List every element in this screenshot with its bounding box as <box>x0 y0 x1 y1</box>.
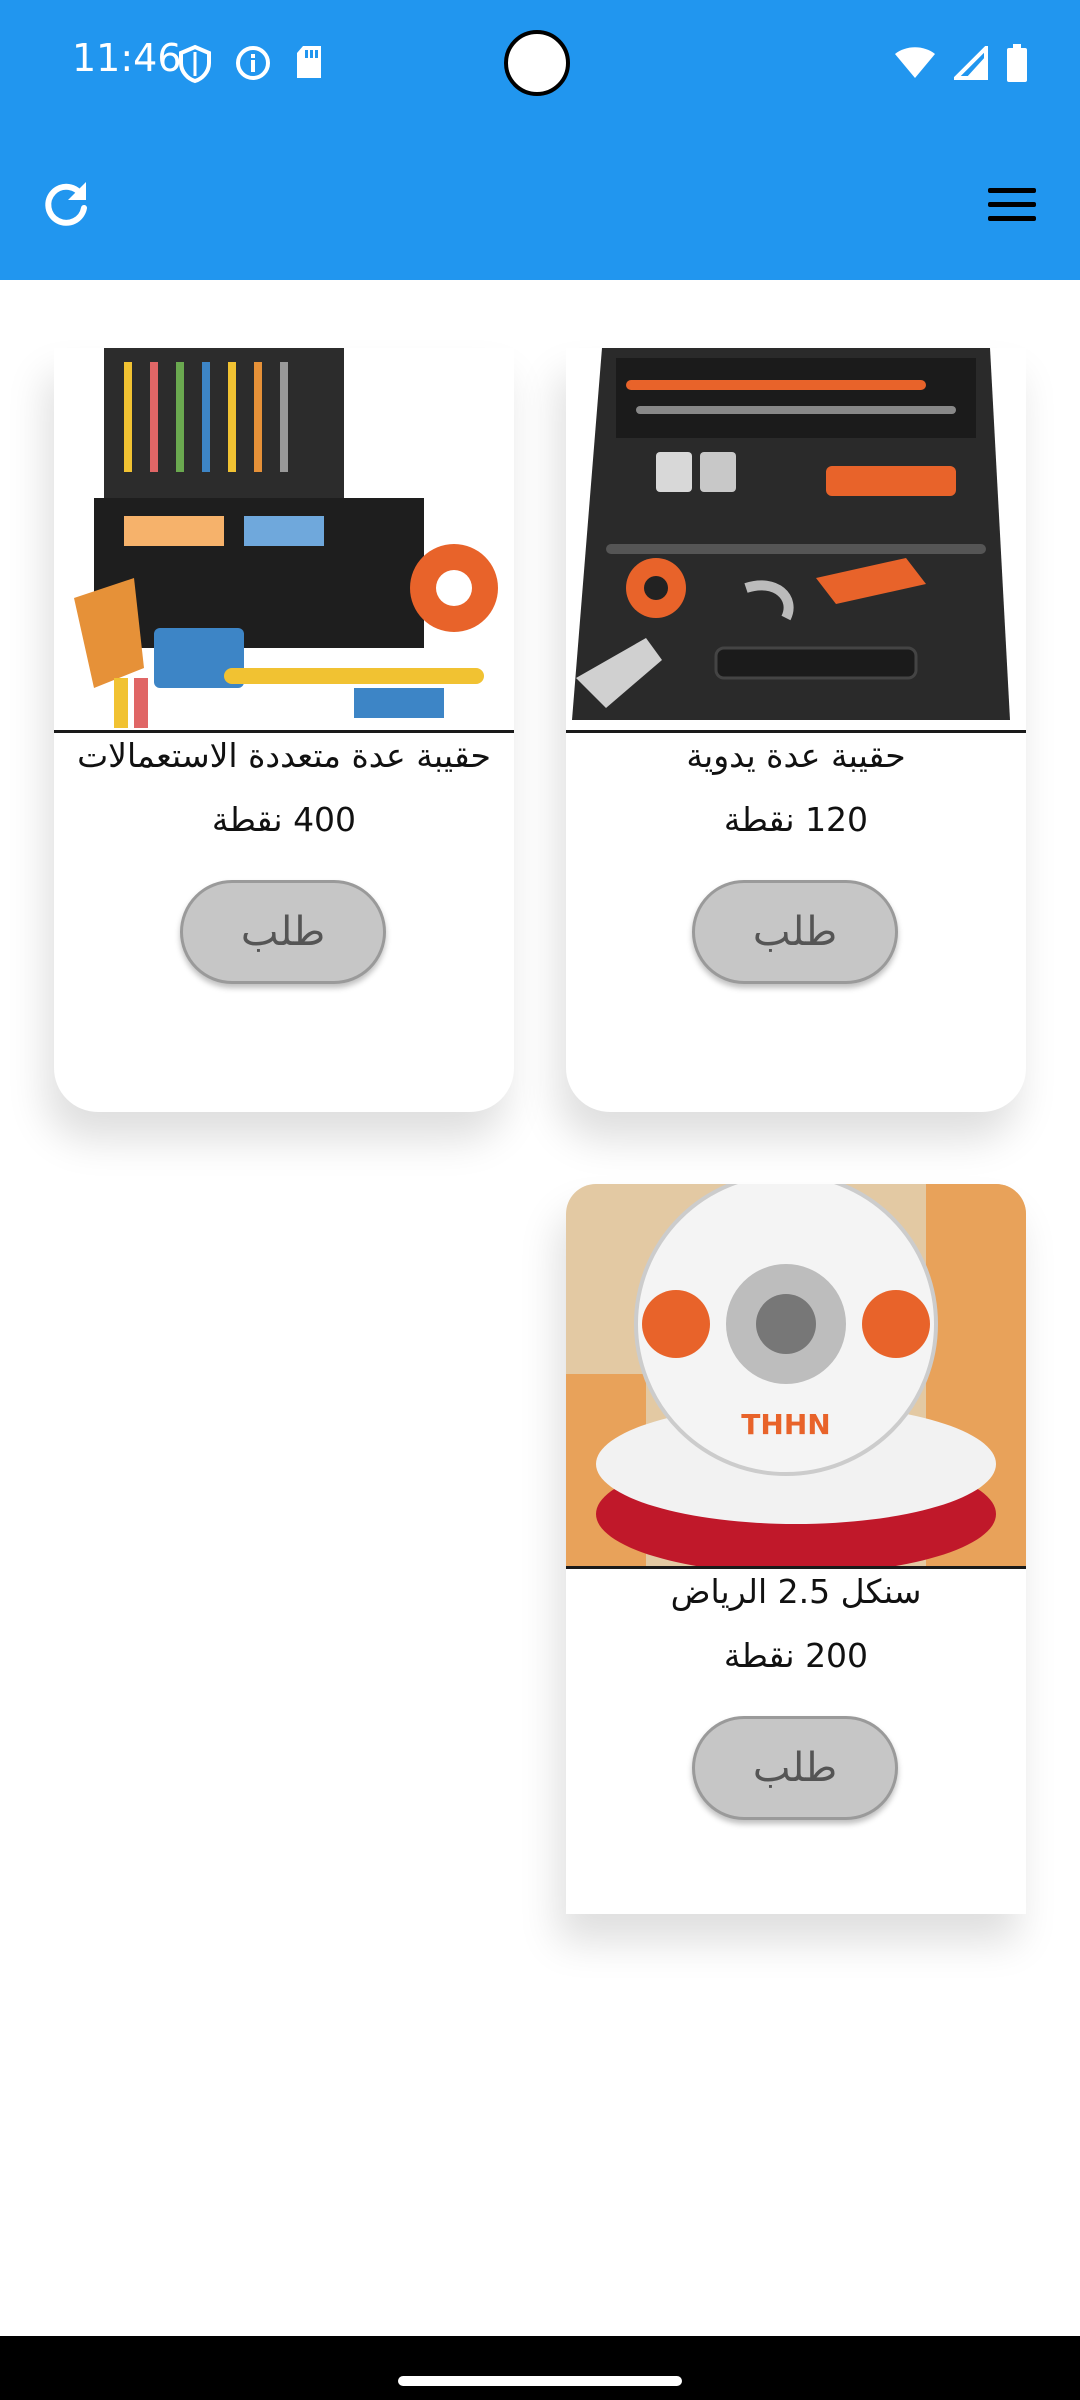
product-card-multi-purpose-tool-case: حقيبة عدة متعددة الاستعمالات 400 نقطة طل… <box>54 348 514 1112</box>
product-card-thhn-wire-spool: THHN سنكل 2.5 الرياض 200 نقطة طلب <box>566 1184 1026 1914</box>
svg-text:THHN: THHN <box>741 1408 830 1441</box>
status-icons-right <box>894 44 1028 82</box>
hamburger-menu-icon[interactable] <box>984 180 1040 230</box>
product-price: 200 نقطة <box>723 1636 869 1675</box>
info-icon <box>236 46 270 80</box>
product-name: سنكل 2.5 الرياض <box>670 1572 922 1611</box>
product-image-thhn-wire-spool: THHN <box>566 1184 1026 1569</box>
shield-icon <box>179 44 211 84</box>
product-price: 400 نقطة <box>211 800 357 839</box>
product-name: حقيبة عدة يدوية <box>686 736 906 775</box>
order-button[interactable]: طلب <box>180 880 386 984</box>
product-card-hand-tool-case: حقيبة عدة يدوية 120 نقطة طلب <box>566 348 1026 1112</box>
product-price: 120 نقطة <box>723 800 869 839</box>
order-button[interactable]: طلب <box>692 880 898 984</box>
home-indicator[interactable] <box>398 2376 682 2386</box>
battery-icon <box>1007 44 1027 82</box>
camera-cutout <box>504 30 570 96</box>
status-icons-left <box>178 44 324 84</box>
order-button[interactable]: طلب <box>692 1716 898 1820</box>
sd-card-icon <box>297 46 321 78</box>
product-name: حقيبة عدة متعددة الاستعمالات <box>77 736 491 775</box>
product-image-hand-tool-case <box>566 348 1026 733</box>
signal-icon <box>954 46 988 80</box>
wifi-icon <box>895 47 935 78</box>
product-image-multi-purpose-tool-case <box>54 348 514 733</box>
refresh-icon[interactable] <box>36 174 96 234</box>
status-time: 11:46 <box>72 36 182 80</box>
app-bar <box>0 130 1080 280</box>
system-navigation-bar <box>0 2336 1080 2400</box>
